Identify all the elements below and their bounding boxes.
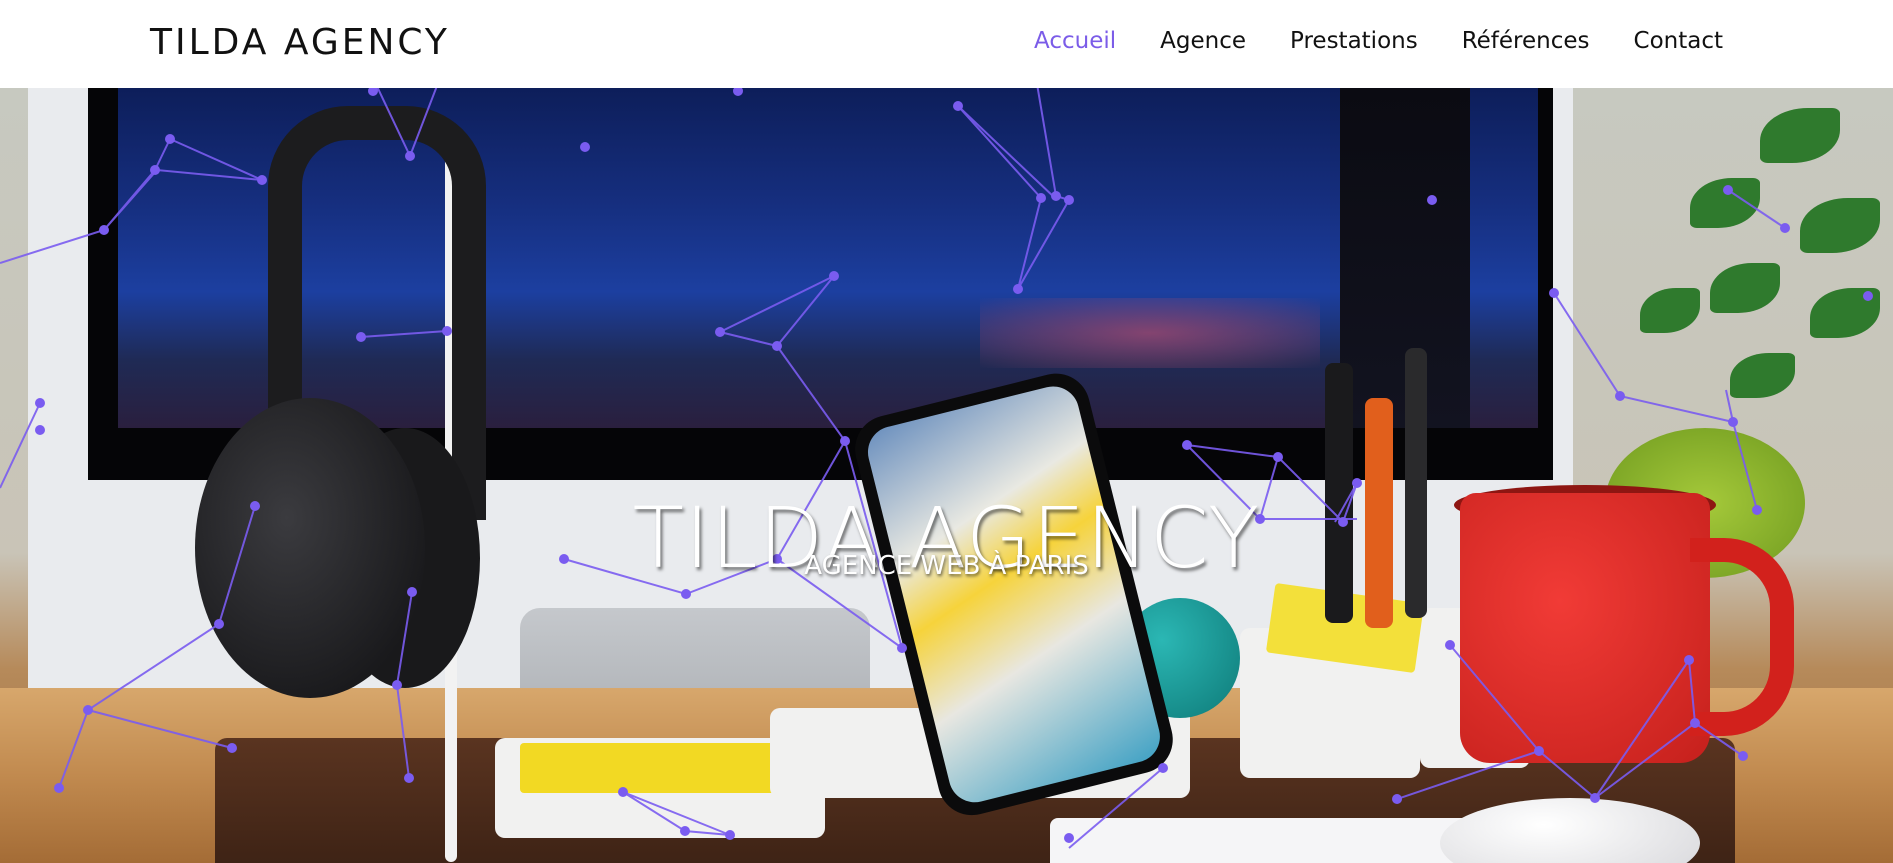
particle-network-overlay (0, 88, 1873, 849)
nav-item-accueil[interactable]: Accueil (1034, 28, 1116, 54)
nav-item-prestations[interactable]: Prestations (1290, 28, 1418, 54)
main-nav: Accueil Agence Prestations Références Co… (1034, 28, 1723, 54)
top-navbar: TILDA AGENCY Accueil Agence Prestations … (0, 0, 1893, 88)
nav-item-references[interactable]: Références (1462, 28, 1590, 54)
brand-logo[interactable]: TILDA AGENCY (150, 22, 450, 63)
nav-item-agence[interactable]: Agence (1160, 28, 1246, 54)
nav-item-contact[interactable]: Contact (1634, 28, 1723, 54)
hero-section: TILDA AGENCY AGENCE WEB À PARIS (0, 88, 1893, 863)
hero-subtitle: AGENCE WEB À PARIS (804, 551, 1089, 581)
